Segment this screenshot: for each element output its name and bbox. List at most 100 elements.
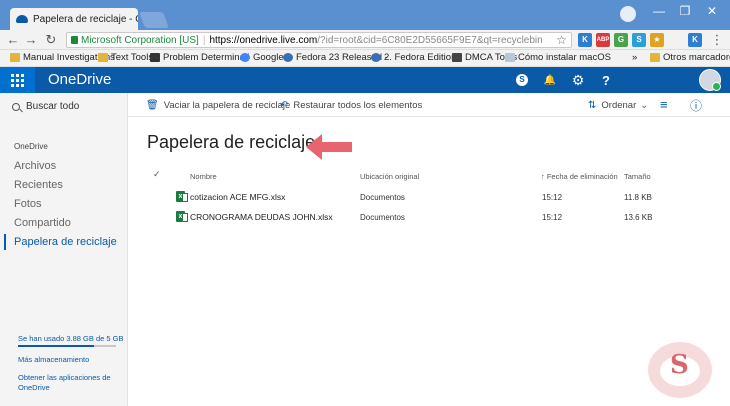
empty-bin-button[interactable]: 🗑 Vaciar la papelera de reciclaje — [146, 100, 290, 111]
row-deleted: 15:12 — [542, 193, 563, 202]
left-nav: Buscar todo OneDrive Archivos Recientes … — [0, 93, 128, 406]
nav-item-compartido[interactable]: Compartido — [14, 217, 71, 229]
bookmark-item[interactable]: Problem Determinati — [150, 52, 250, 63]
tab-title: Papelera de reciclaje - O — [33, 13, 138, 25]
nav-item-papelera[interactable]: Papelera de reciclaje — [14, 236, 117, 248]
extension-s-icon[interactable]: S — [632, 33, 646, 47]
forward-button[interactable]: → — [24, 32, 38, 48]
row-location: Documentos — [360, 213, 405, 222]
bookmark-item[interactable]: Cómo instalar macOS — [505, 52, 611, 63]
extension-g-icon[interactable]: G — [614, 33, 628, 47]
info-icon[interactable]: ⓘ — [690, 97, 702, 114]
minimize-button[interactable]: — — [646, 4, 672, 18]
nav-item-fotos[interactable]: Fotos — [14, 198, 42, 210]
close-window-button[interactable]: ✕ — [698, 4, 726, 18]
extension-k2-icon[interactable]: K — [688, 33, 702, 47]
onedrive-favicon-icon — [16, 15, 28, 23]
page-icon — [505, 53, 515, 62]
folder-icon — [10, 53, 20, 62]
bookmark-label: 2. Fedora Editions — [384, 52, 462, 63]
row-location: Documentos — [360, 193, 405, 202]
maximize-button[interactable]: ❐ — [672, 4, 698, 18]
browser-menu-icon[interactable]: ⋮ — [710, 32, 724, 48]
bookmark-label: Problem Determinati — [163, 52, 250, 63]
g-icon — [240, 53, 250, 62]
url-path: /?id=root&cid=6C80E2D55665F9E7&qt=recycl… — [317, 34, 543, 46]
bookmarks-overflow-button[interactable]: » — [632, 52, 637, 63]
excel-file-icon: x — [176, 211, 188, 222]
search-icon — [12, 102, 20, 111]
other-bookmarks[interactable]: Otros marcadores — [650, 52, 730, 63]
bookmark-label: Text Tools — [111, 52, 154, 63]
url-host: https://onedrive.live.com — [209, 34, 318, 46]
browser-tab[interactable]: Papelera de reciclaje - O ✕ — [10, 8, 138, 30]
nav-item-recientes[interactable]: Recientes — [14, 179, 63, 191]
restore-all-label: Restaurar todos los elementos — [293, 100, 423, 111]
column-header-name[interactable]: Nombre — [190, 172, 217, 181]
chevron-down-icon: ⌄ — [640, 100, 649, 111]
address-separator: | — [202, 34, 206, 46]
other-bookmarks-label: Otros marcadores — [663, 52, 730, 63]
view-options-icon[interactable]: ≡ — [660, 97, 668, 112]
row-name[interactable]: CRONOGRAMA DEUDAS JOHN.xlsx — [190, 212, 333, 222]
column-header-location[interactable]: Ubicación original — [360, 172, 419, 181]
search-label: Buscar todo — [26, 101, 80, 112]
search-box[interactable]: Buscar todo — [12, 101, 79, 112]
more-storage-link[interactable]: Más almacenamiento — [18, 355, 118, 365]
column-header-deleted[interactable]: ↑ Fecha de eliminación — [541, 172, 618, 181]
sort-label: Ordenar — [601, 100, 637, 111]
sort-button[interactable]: ⇅ Ordenar ⌄ — [588, 100, 648, 111]
brand-title[interactable]: OneDrive — [48, 71, 111, 88]
folder-icon — [98, 53, 108, 62]
empty-bin-label: Vaciar la papelera de reciclaje — [163, 100, 291, 111]
bookmark-label: Cómo instalar macOS — [518, 52, 611, 63]
row-size: 13.6 KB — [624, 213, 653, 222]
gear-icon[interactable]: ⚙ — [564, 67, 592, 93]
bookmark-label: Google — [253, 52, 284, 63]
active-indicator — [4, 234, 6, 250]
row-name[interactable]: cotizacion ACE MFG.xlsx — [190, 192, 285, 202]
bookmark-star-icon[interactable]: ☆ — [556, 33, 567, 47]
extension-star-icon[interactable]: ★ — [650, 33, 664, 47]
pointer-arrow-icon — [306, 134, 352, 160]
quota-bar — [18, 345, 116, 347]
trash-icon: 🗑 — [146, 100, 159, 111]
nav-section-title: OneDrive — [14, 142, 48, 151]
bookmark-item[interactable]: 2. Fedora Editions — [371, 52, 461, 63]
avatar[interactable] — [699, 69, 721, 91]
help-icon[interactable]: ? — [592, 67, 620, 93]
skype-icon[interactable]: S — [508, 67, 536, 93]
command-bar: 🗑 Vaciar la papelera de reciclaje ↶ Rest… — [128, 93, 730, 117]
restore-icon: ↶ — [280, 100, 289, 111]
browser-titlebar: Papelera de reciclaje - O ✕ — ❐ ✕ — [0, 0, 730, 30]
extension-k-icon[interactable]: K — [578, 33, 592, 47]
bell-icon[interactable]: 🔔 — [536, 67, 564, 93]
onedrive-header: OneDrive S 🔔 ⚙ ? — [0, 67, 730, 93]
address-bar[interactable]: Microsoft Corporation [US] | https://one… — [66, 32, 572, 48]
browser-profile-icon[interactable] — [620, 6, 636, 22]
get-apps-link[interactable]: Obtener las aplicaciones de OneDrive — [18, 373, 118, 393]
new-tab-button[interactable] — [139, 12, 169, 28]
quota-fill — [18, 345, 95, 347]
dmca-icon — [452, 53, 462, 62]
extension-abp-icon[interactable]: ABP — [596, 33, 610, 47]
watermark-mark: S — [670, 350, 689, 380]
fedora-icon — [371, 53, 381, 62]
back-button[interactable]: ← — [6, 32, 20, 48]
app-launcher-icon[interactable] — [0, 67, 35, 93]
fedora-icon — [283, 53, 293, 62]
scale-icon — [150, 53, 160, 62]
browser-toolbar: ← → ↻ Microsoft Corporation [US] | https… — [0, 30, 730, 50]
bookmark-item[interactable]: Text Tools — [98, 52, 153, 63]
select-all-check[interactable]: ✓ — [153, 169, 161, 180]
row-size: 11.8 KB — [624, 193, 652, 202]
reload-button[interactable]: ↻ — [44, 32, 58, 48]
excel-file-icon: x — [176, 191, 188, 202]
nav-item-archivos[interactable]: Archivos — [14, 160, 56, 172]
restore-all-button[interactable]: ↶ Restaurar todos los elementos — [280, 100, 422, 111]
quota-text[interactable]: Se han usado 3.88 GB de 5 GB — [18, 334, 124, 343]
column-header-size[interactable]: Tamaño — [624, 172, 651, 181]
page-title: Papelera de reciclaje — [147, 132, 316, 152]
bookmark-item[interactable]: Google — [240, 52, 284, 63]
sort-icon: ⇅ — [588, 100, 597, 111]
